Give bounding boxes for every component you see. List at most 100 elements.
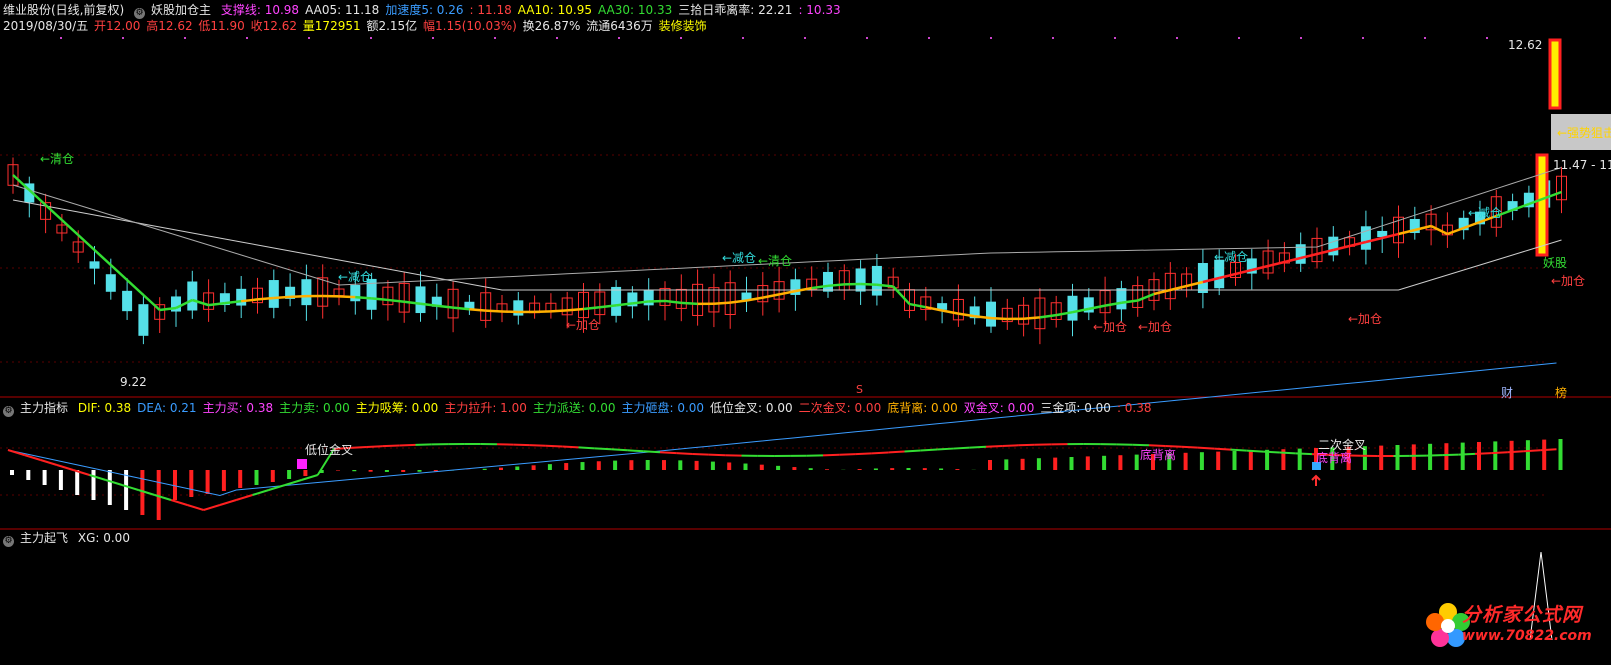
signal-ma-line bbox=[1267, 260, 1285, 268]
macd-bar bbox=[1379, 445, 1384, 470]
macd-bar bbox=[303, 470, 308, 476]
macd-bar bbox=[792, 467, 797, 470]
annotation-8: ←加仓 bbox=[1348, 312, 1383, 326]
top-tick bbox=[742, 37, 744, 39]
top-tick bbox=[370, 37, 372, 39]
top-tick bbox=[1176, 37, 1178, 39]
macd-bar bbox=[580, 462, 585, 470]
signal-ma-line bbox=[257, 296, 274, 301]
dif-line bbox=[920, 448, 938, 452]
panel2-name[interactable]: 主力指标 bbox=[20, 401, 68, 415]
top-tick bbox=[432, 37, 434, 39]
dif-line bbox=[562, 445, 579, 449]
dif-line bbox=[904, 449, 921, 453]
signal-ma-line bbox=[1170, 284, 1187, 292]
settings-icon[interactable]: ⚙ bbox=[3, 536, 14, 547]
top-tick bbox=[60, 37, 62, 39]
macd-bar bbox=[75, 470, 80, 495]
macd-bar bbox=[547, 464, 552, 470]
up-arrow-icon bbox=[1311, 474, 1321, 486]
price-range-label: 11.47 - 11.9 bbox=[1553, 158, 1611, 172]
top-tick bbox=[804, 37, 806, 39]
rank-tag[interactable]: 榜 bbox=[1555, 384, 1567, 401]
macd-bar bbox=[1297, 448, 1302, 470]
dif-line bbox=[1295, 452, 1313, 456]
finance-tag[interactable]: 财 bbox=[1501, 384, 1513, 401]
dif-line bbox=[822, 453, 840, 457]
settings-icon[interactable]: ⚙ bbox=[3, 406, 14, 417]
candle-body bbox=[350, 285, 361, 302]
macd-bar bbox=[270, 470, 275, 482]
panel2-values: DIF: 0.38 DEA: 0.21 主力买: 0.38 主力卖: 0.00 主力吸筹… bbox=[78, 401, 1158, 415]
panel3-item-value: 0.00 bbox=[103, 531, 130, 545]
candle-body bbox=[122, 290, 133, 312]
low-cross-tag: 低位金叉 bbox=[305, 443, 354, 457]
top-tick bbox=[1238, 37, 1240, 39]
dif-line bbox=[513, 443, 530, 447]
macd-bar bbox=[694, 460, 699, 470]
macd-bar bbox=[58, 470, 63, 490]
watermark-url: www.70822.com bbox=[1462, 628, 1592, 644]
macd-bar bbox=[988, 460, 992, 470]
macd-bar bbox=[629, 460, 634, 470]
signal-ma-line bbox=[452, 306, 470, 311]
macd-bar bbox=[173, 470, 177, 500]
panel2-value-4: 主力吸筹: 0.00 bbox=[355, 401, 439, 415]
macd-bar bbox=[1069, 457, 1074, 470]
dif-line bbox=[1246, 449, 1264, 453]
top-tick bbox=[866, 37, 868, 39]
dif-line bbox=[399, 443, 416, 447]
annotation-3: ←减仓 bbox=[722, 251, 757, 265]
macd-bar bbox=[205, 470, 210, 494]
macd-bar bbox=[384, 470, 389, 472]
macd-bar bbox=[825, 469, 829, 470]
signal-ma-line bbox=[1137, 292, 1155, 302]
macd-bar bbox=[238, 470, 243, 488]
panel3-header: ⚙ 主力起飞 XG: 0.00 bbox=[3, 531, 130, 547]
signal-ma-line bbox=[273, 295, 291, 300]
dif-line bbox=[1018, 443, 1035, 447]
signal-ma-line bbox=[1023, 316, 1041, 320]
macd-bar bbox=[1444, 443, 1449, 470]
annotation-4: ←清仓 bbox=[758, 254, 793, 268]
signal-ma-line bbox=[485, 309, 503, 313]
top-tick bbox=[1052, 37, 1054, 39]
macd-bar bbox=[1248, 450, 1253, 470]
macd-bar bbox=[759, 464, 764, 470]
top-tick bbox=[928, 37, 930, 39]
signal-ma-line bbox=[371, 297, 389, 302]
candle-body bbox=[138, 304, 149, 336]
dif-line bbox=[627, 449, 644, 453]
macd-bar bbox=[42, 470, 47, 485]
macd-bar bbox=[645, 460, 650, 470]
dif-line bbox=[252, 489, 270, 496]
candle-body bbox=[611, 286, 622, 316]
panel2-header: ⚙ 主力指标 DIF: 0.38 DEA: 0.21 主力买: 0.38 主力卖: 0.… bbox=[3, 401, 1164, 417]
macd-bar bbox=[776, 465, 781, 470]
panel3-item-label: XG bbox=[77, 531, 96, 545]
macd-bar bbox=[1134, 454, 1139, 470]
dif-line bbox=[594, 447, 612, 451]
candle-body bbox=[1067, 295, 1078, 321]
macd-bar bbox=[596, 461, 601, 470]
annotation-0: ←清仓 bbox=[40, 152, 75, 166]
dif-line bbox=[219, 499, 237, 506]
macd-bar bbox=[10, 470, 14, 475]
kline-chart-canvas[interactable] bbox=[0, 0, 1611, 665]
signal-ma-line bbox=[338, 295, 356, 299]
panel2-value-0: DIF: 0.38 bbox=[77, 401, 132, 415]
macd-bar bbox=[906, 468, 911, 470]
panel2-value-5: 主力拉升: 1.00 bbox=[444, 401, 527, 415]
dif-line bbox=[1491, 451, 1508, 455]
top-tick bbox=[122, 37, 124, 39]
candle-body bbox=[415, 286, 426, 314]
macd-bar bbox=[336, 470, 340, 471]
panel3-name[interactable]: 主力起飞 bbox=[20, 531, 68, 545]
macd-bar bbox=[857, 469, 862, 470]
macd-bar bbox=[417, 470, 422, 472]
candle-body bbox=[268, 280, 279, 308]
panel2-value-10: 底背离: 0.00 bbox=[887, 401, 958, 415]
macd-bar bbox=[531, 465, 536, 470]
macd-bar bbox=[221, 470, 226, 491]
macd-bar bbox=[710, 461, 715, 470]
